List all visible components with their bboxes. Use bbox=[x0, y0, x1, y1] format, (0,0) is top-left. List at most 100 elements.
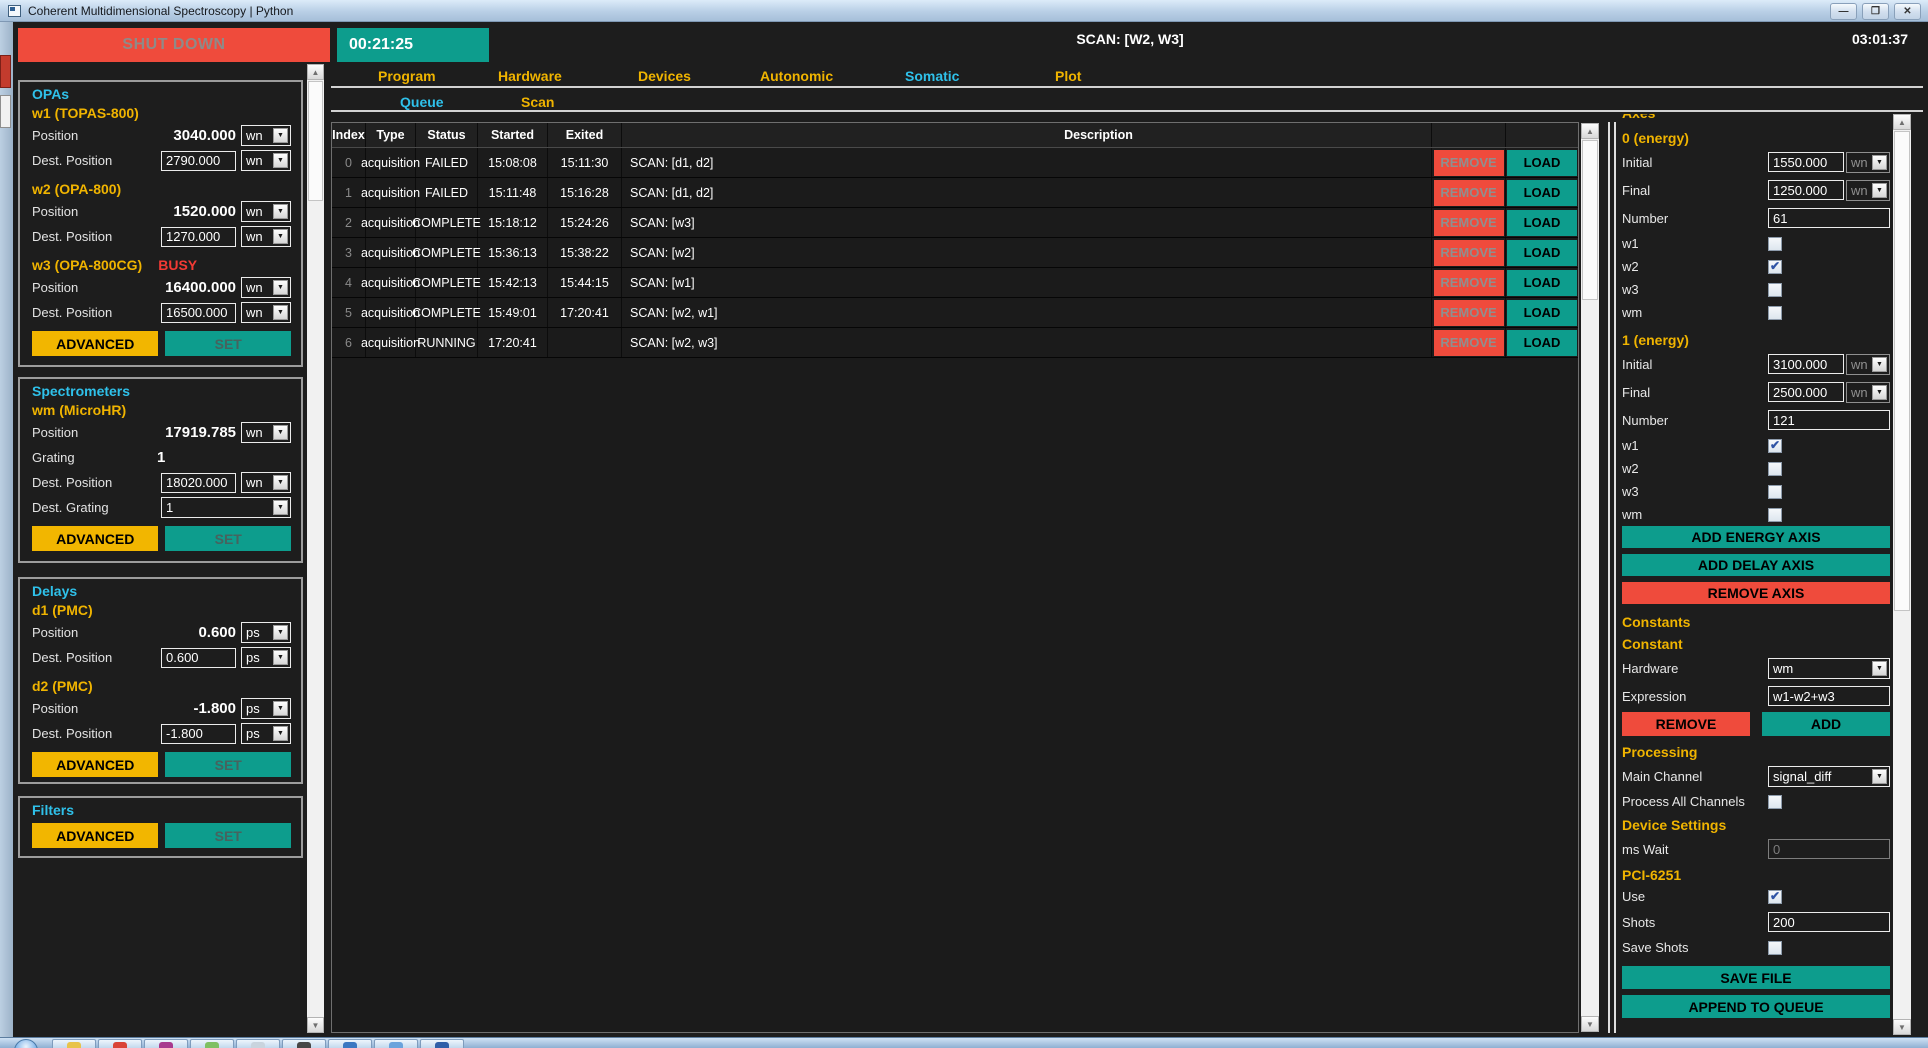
initial-input[interactable] bbox=[1768, 152, 1844, 172]
queue-scrollbar[interactable]: ▲ ▼ bbox=[1581, 123, 1599, 1032]
dest-grating-select[interactable]: 1▼ bbox=[161, 497, 291, 518]
add-delay-axis-button[interactable]: ADD DELAY AXIS bbox=[1622, 554, 1890, 576]
save-file-button[interactable]: SAVE FILE bbox=[1622, 966, 1890, 989]
w2-checkbox[interactable] bbox=[1768, 462, 1782, 476]
unit-select[interactable]: wn▼ bbox=[241, 277, 291, 298]
load-button[interactable]: LOAD bbox=[1507, 210, 1577, 236]
scroll-up-icon[interactable]: ▲ bbox=[307, 64, 324, 80]
add-constant-button[interactable]: ADD bbox=[1762, 712, 1890, 736]
taskbar-item[interactable] bbox=[190, 1039, 234, 1048]
load-button[interactable]: LOAD bbox=[1507, 150, 1577, 176]
remove-button[interactable]: REMOVE bbox=[1434, 270, 1504, 296]
w3-checkbox[interactable] bbox=[1768, 485, 1782, 499]
subtab-scan[interactable]: Scan bbox=[521, 94, 554, 110]
final-input[interactable] bbox=[1768, 382, 1844, 402]
number-input[interactable] bbox=[1768, 208, 1890, 228]
left-scrollbar-thumb[interactable] bbox=[308, 81, 323, 201]
final-input[interactable] bbox=[1768, 180, 1844, 200]
taskbar-item[interactable] bbox=[282, 1039, 326, 1048]
remove-button[interactable]: REMOVE bbox=[1434, 240, 1504, 266]
w1-checkbox[interactable] bbox=[1768, 439, 1782, 453]
save-shots-checkbox[interactable] bbox=[1768, 941, 1782, 955]
right-scrollbar-thumb[interactable] bbox=[1894, 131, 1910, 611]
main-channel-select[interactable]: signal_diff▼ bbox=[1768, 766, 1890, 787]
unit-select[interactable]: wn▼ bbox=[241, 150, 291, 171]
load-button[interactable]: LOAD bbox=[1507, 180, 1577, 206]
unit-select[interactable]: wn▼ bbox=[241, 125, 291, 146]
unit-select[interactable]: ps▼ bbox=[241, 622, 291, 643]
remove-button[interactable]: REMOVE bbox=[1434, 330, 1504, 356]
advanced-button[interactable]: ADVANCED bbox=[32, 752, 158, 777]
w3-checkbox[interactable] bbox=[1768, 283, 1782, 297]
remove-button[interactable]: REMOVE bbox=[1434, 180, 1504, 206]
advanced-button[interactable]: ADVANCED bbox=[32, 526, 158, 551]
initial-input[interactable] bbox=[1768, 354, 1844, 374]
scroll-up-icon[interactable]: ▲ bbox=[1893, 114, 1911, 130]
unit-select[interactable]: wn▼ bbox=[1846, 354, 1890, 375]
unit-select[interactable]: ps▼ bbox=[241, 698, 291, 719]
restore-button[interactable]: ❐ bbox=[1862, 3, 1889, 20]
remove-button[interactable]: REMOVE bbox=[1434, 210, 1504, 236]
w1-checkbox[interactable] bbox=[1768, 237, 1782, 251]
tab-autonomic[interactable]: Autonomic bbox=[760, 68, 833, 84]
dest-position-input[interactable] bbox=[161, 151, 236, 171]
load-button[interactable]: LOAD bbox=[1507, 330, 1577, 356]
splitter-handle[interactable] bbox=[1608, 122, 1610, 1033]
process-all-checkbox[interactable] bbox=[1768, 795, 1782, 809]
tab-plot[interactable]: Plot bbox=[1055, 68, 1081, 84]
advanced-button[interactable]: ADVANCED bbox=[32, 331, 158, 356]
unit-select[interactable]: wn▼ bbox=[1846, 152, 1890, 173]
unit-select[interactable]: wn▼ bbox=[241, 226, 291, 247]
start-button[interactable] bbox=[14, 1039, 40, 1048]
subtab-queue[interactable]: Queue bbox=[400, 94, 444, 110]
expression-input[interactable] bbox=[1768, 686, 1890, 706]
taskbar-item[interactable] bbox=[374, 1039, 418, 1048]
taskbar-item[interactable] bbox=[328, 1039, 372, 1048]
unit-select[interactable]: ps▼ bbox=[241, 647, 291, 668]
taskbar-item[interactable] bbox=[420, 1039, 464, 1048]
taskbar-item[interactable] bbox=[98, 1039, 142, 1048]
wm-checkbox[interactable] bbox=[1768, 508, 1782, 522]
load-button[interactable]: LOAD bbox=[1507, 300, 1577, 326]
remove-button[interactable]: REMOVE bbox=[1434, 300, 1504, 326]
use-checkbox[interactable] bbox=[1768, 890, 1782, 904]
minimize-button[interactable]: — bbox=[1830, 3, 1857, 20]
dest-position-input[interactable] bbox=[161, 724, 236, 744]
queue-scrollbar-thumb[interactable] bbox=[1582, 140, 1598, 300]
load-button[interactable]: LOAD bbox=[1507, 240, 1577, 266]
remove-button[interactable]: REMOVE bbox=[1434, 150, 1504, 176]
set-button[interactable]: SET bbox=[165, 823, 291, 848]
dest-position-input[interactable] bbox=[161, 303, 236, 323]
load-button[interactable]: LOAD bbox=[1507, 270, 1577, 296]
shutdown-button[interactable]: SHUT DOWN bbox=[18, 28, 330, 62]
unit-select[interactable]: wn▼ bbox=[241, 422, 291, 443]
tab-devices[interactable]: Devices bbox=[638, 68, 691, 84]
right-scrollbar[interactable]: ▲ ▼ bbox=[1893, 114, 1911, 1035]
unit-select[interactable]: ps▼ bbox=[241, 723, 291, 744]
close-button[interactable]: ✕ bbox=[1894, 3, 1921, 20]
add-energy-axis-button[interactable]: ADD ENERGY AXIS bbox=[1622, 526, 1890, 548]
remove-axis-button[interactable]: REMOVE AXIS bbox=[1622, 582, 1890, 604]
unit-select[interactable]: wn▼ bbox=[241, 302, 291, 323]
set-button[interactable]: SET bbox=[165, 752, 291, 777]
unit-select[interactable]: wn▼ bbox=[1846, 180, 1890, 201]
splitter-handle[interactable] bbox=[1614, 122, 1616, 1033]
wm-checkbox[interactable] bbox=[1768, 306, 1782, 320]
taskbar-item[interactable] bbox=[236, 1039, 280, 1048]
tab-somatic[interactable]: Somatic bbox=[905, 68, 959, 84]
w2-checkbox[interactable] bbox=[1768, 260, 1782, 274]
unit-select[interactable]: wn▼ bbox=[241, 472, 291, 493]
tab-program[interactable]: Program bbox=[378, 68, 436, 84]
unit-select[interactable]: wn▼ bbox=[1846, 382, 1890, 403]
number-input[interactable] bbox=[1768, 410, 1890, 430]
append-to-queue-button[interactable]: APPEND TO QUEUE bbox=[1622, 995, 1890, 1018]
scroll-down-icon[interactable]: ▼ bbox=[1581, 1016, 1599, 1032]
dest-position-input[interactable] bbox=[161, 473, 236, 493]
set-button[interactable]: SET bbox=[165, 331, 291, 356]
advanced-button[interactable]: ADVANCED bbox=[32, 823, 158, 848]
taskbar-item[interactable] bbox=[144, 1039, 188, 1048]
dest-position-input[interactable] bbox=[161, 648, 236, 668]
scroll-down-icon[interactable]: ▼ bbox=[307, 1017, 324, 1033]
set-button[interactable]: SET bbox=[165, 526, 291, 551]
hardware-select[interactable]: wm▼ bbox=[1768, 658, 1890, 679]
